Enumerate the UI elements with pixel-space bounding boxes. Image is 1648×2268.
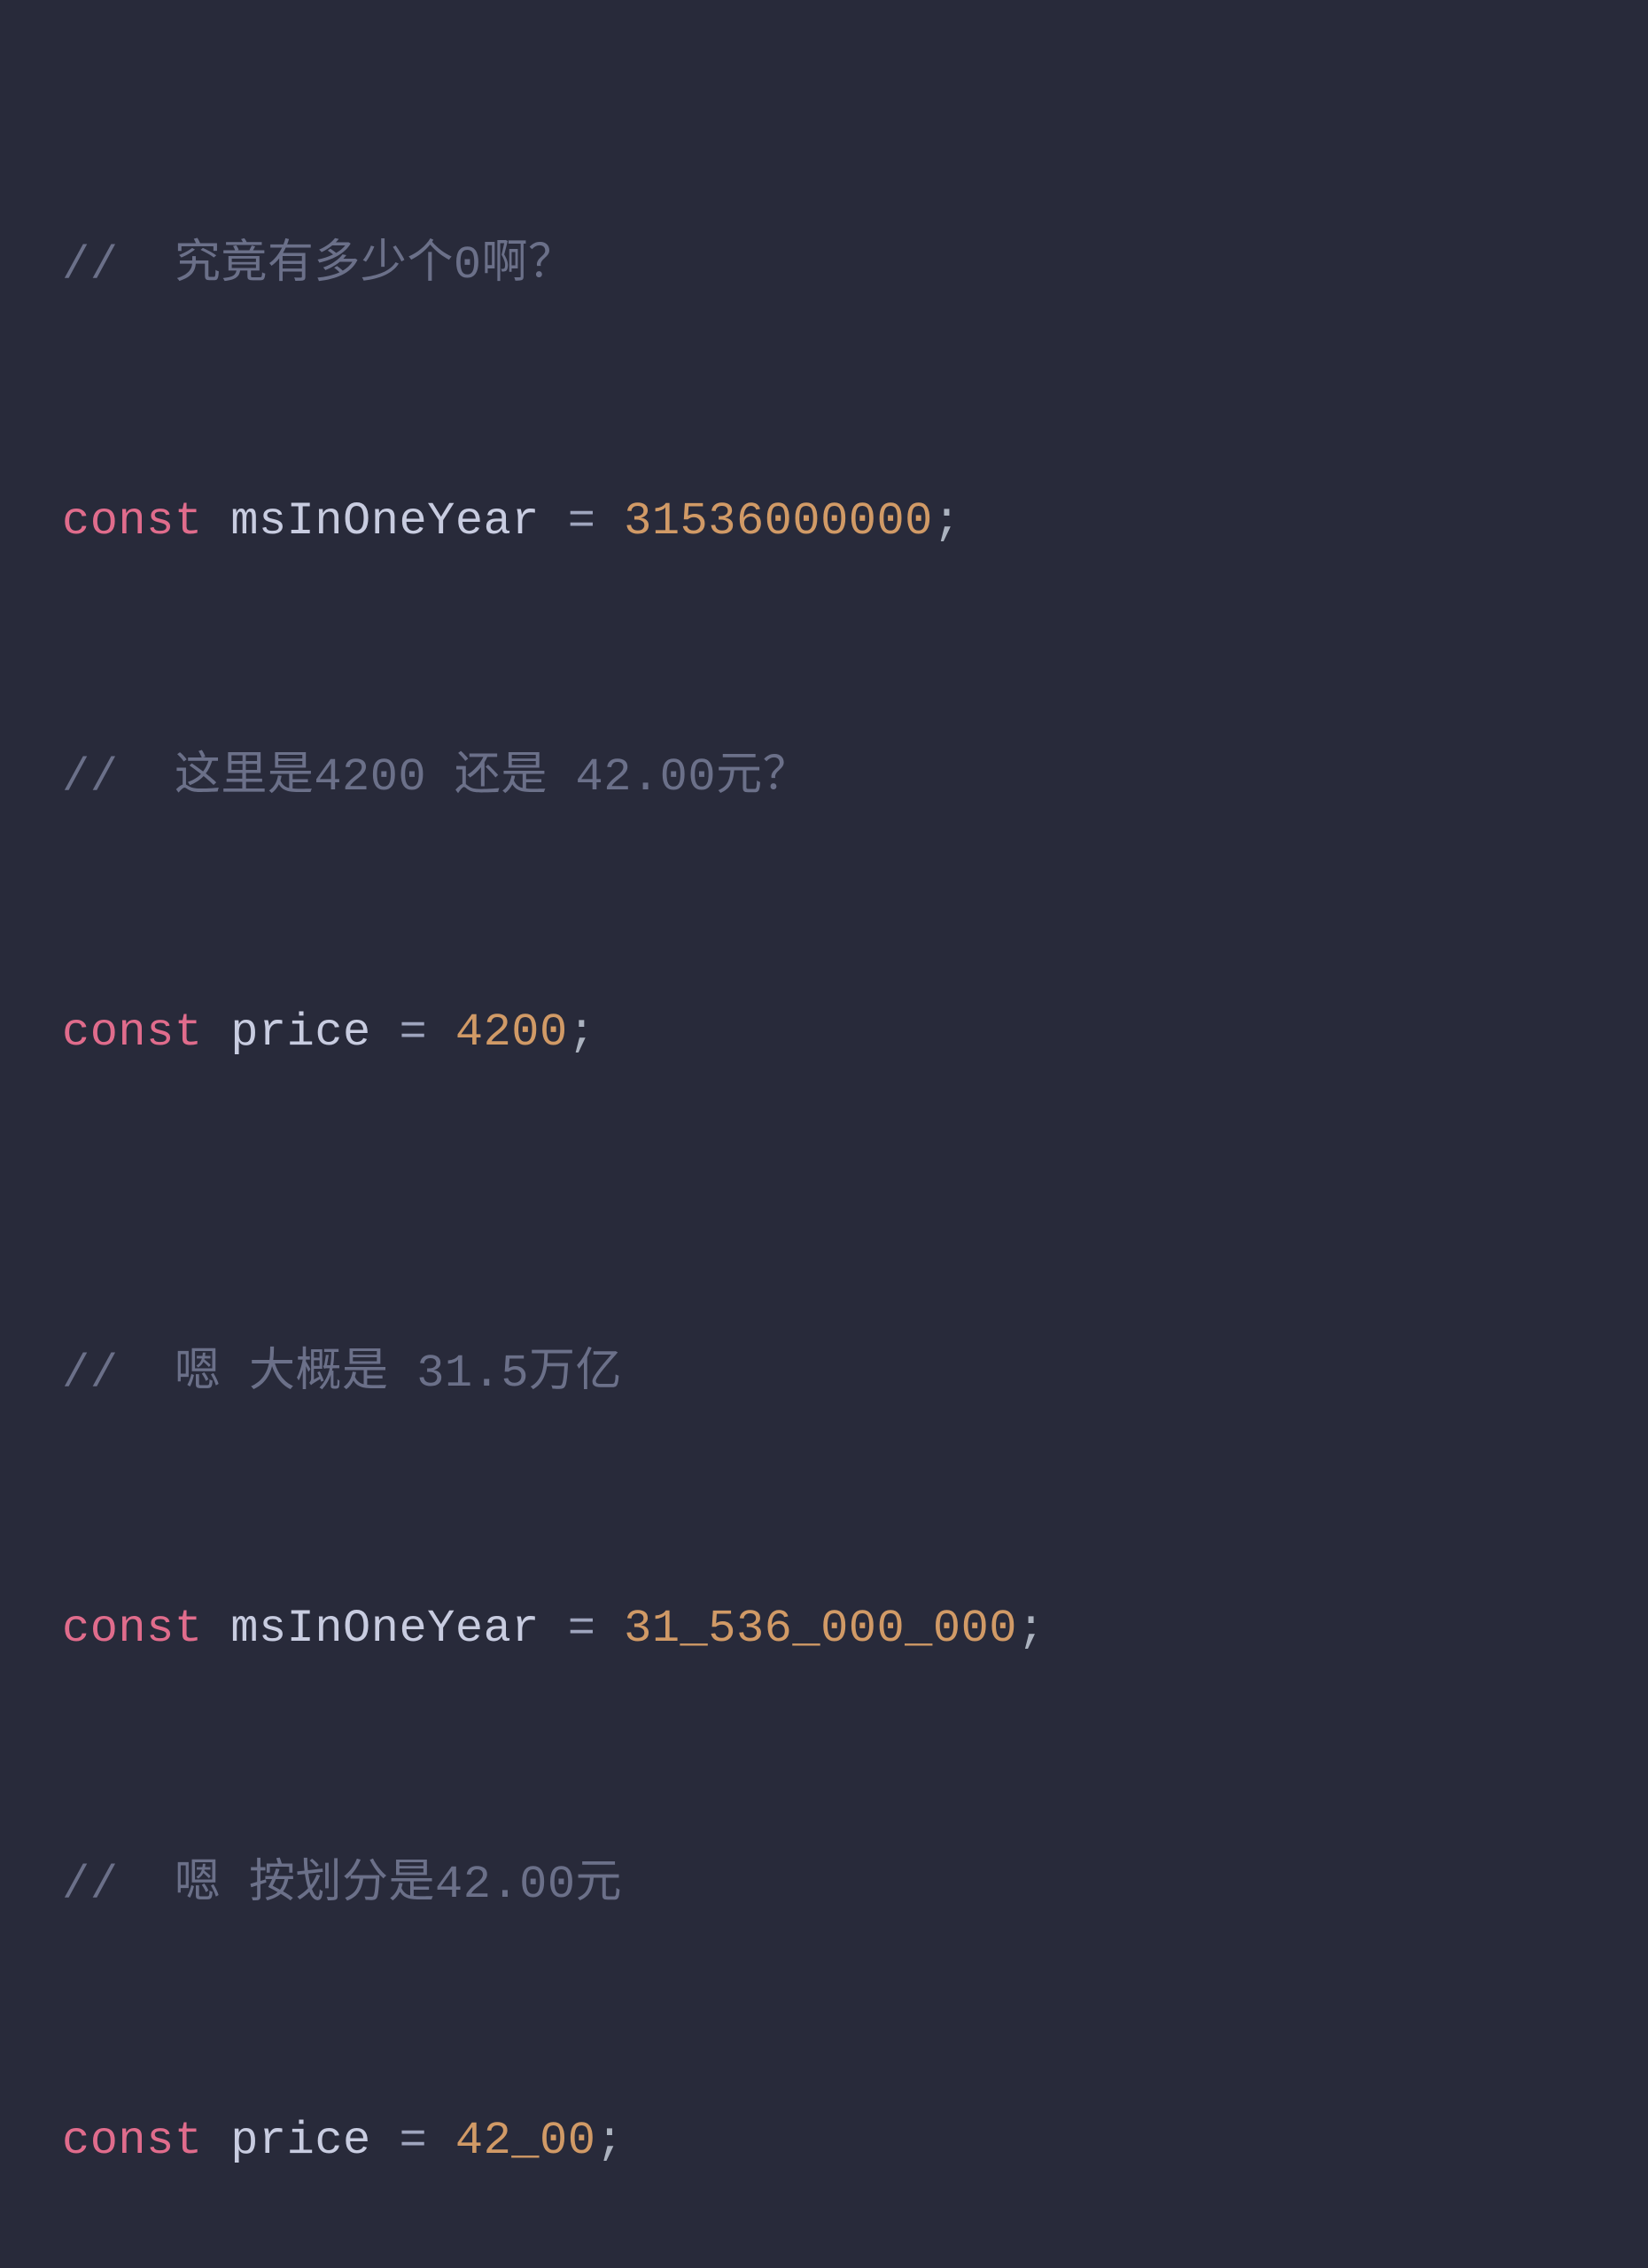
identifier: msInOneYear	[203, 495, 568, 548]
comment-text: // 这里是4200 还是 42.00元？	[62, 751, 809, 804]
identifier: msInOneYear	[203, 1603, 568, 1655]
number-literal: 42_00	[427, 2115, 595, 2167]
operator-assign: =	[399, 1006, 427, 1059]
number-literal: 4200	[427, 1006, 568, 1059]
code-editor[interactable]: // 究竟有多少个0啊？ const msInOneYear = 3153600…	[62, 53, 1586, 2268]
semicolon: ;	[1017, 1603, 1046, 1655]
semicolon: ;	[933, 495, 961, 548]
code-line-declaration: const price = 4200;	[62, 990, 1586, 1076]
number-literal: 31_536_000_000	[595, 1603, 1017, 1655]
code-line-declaration: const price = 42_00;	[62, 2099, 1586, 2184]
keyword-const: const	[62, 2115, 203, 2167]
comment-text: // 嗯 大概是 31.5万亿	[62, 1348, 622, 1400]
operator-assign: =	[568, 1603, 596, 1655]
semicolon: ;	[568, 1006, 596, 1059]
code-line-comment: // 究竟有多少个0啊？	[62, 223, 1586, 308]
code-line-declaration: const msInOneYear = 31536000000;	[62, 479, 1586, 564]
operator-assign: =	[399, 2115, 427, 2167]
code-line-comment: // 嗯 大概是 31.5万亿	[62, 1332, 1586, 1417]
identifier: price	[203, 1006, 400, 1059]
semicolon: ;	[595, 2115, 624, 2167]
code-line-comment: // 嗯 按划分是42.00元	[62, 1843, 1586, 1928]
keyword-const: const	[62, 1603, 203, 1655]
keyword-const: const	[62, 1006, 203, 1059]
number-literal: 31536000000	[595, 495, 932, 548]
identifier: price	[203, 2115, 400, 2167]
code-line-comment: // 这里是4200 还是 42.00元？	[62, 735, 1586, 820]
comment-text: // 究竟有多少个0啊？	[62, 239, 575, 291]
keyword-const: const	[62, 495, 203, 548]
code-line-declaration: const msInOneYear = 31_536_000_000;	[62, 1587, 1586, 1672]
comment-text: // 嗯 按划分是42.00元	[62, 1859, 622, 1911]
operator-assign: =	[568, 495, 596, 548]
